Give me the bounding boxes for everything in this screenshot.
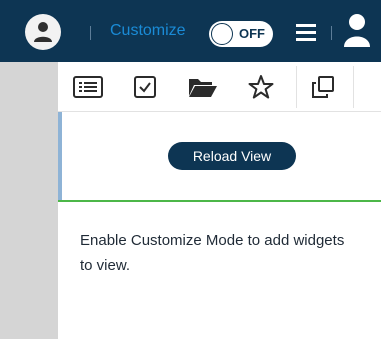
user-profile-icon[interactable] xyxy=(343,13,371,47)
user-avatar-icon xyxy=(34,22,52,42)
top-header: Customize OFF xyxy=(0,0,381,62)
left-rail xyxy=(0,62,58,339)
toggle-knob xyxy=(211,23,233,45)
customize-mode-message: Enable Customize Mode to add widgets to … xyxy=(80,232,345,274)
toggle-state-label: OFF xyxy=(239,26,265,41)
reload-panel: Reload View xyxy=(58,112,381,200)
list-view-button[interactable] xyxy=(63,62,113,112)
list-icon xyxy=(73,76,103,98)
folder-open-icon xyxy=(189,79,217,97)
header-separator xyxy=(331,26,332,40)
tasks-button[interactable] xyxy=(120,62,170,112)
favorites-button[interactable] xyxy=(236,62,286,112)
customize-label: Customize xyxy=(110,22,186,39)
toolbar-divider xyxy=(353,66,354,108)
folder-button[interactable] xyxy=(178,62,228,112)
copy-icon xyxy=(312,76,334,98)
widget-toolbar xyxy=(58,62,381,112)
widget-area: Enable Customize Mode to add widgets to … xyxy=(58,202,381,339)
reload-view-button[interactable]: Reload View xyxy=(168,142,296,170)
toolbar-divider xyxy=(296,66,297,108)
customize-toggle[interactable]: OFF xyxy=(209,21,273,47)
star-icon xyxy=(248,75,274,99)
avatar[interactable] xyxy=(25,14,61,50)
header-separator xyxy=(90,26,91,40)
copy-button[interactable] xyxy=(298,62,348,112)
checkbox-icon xyxy=(134,76,156,98)
menu-icon[interactable] xyxy=(296,24,316,45)
